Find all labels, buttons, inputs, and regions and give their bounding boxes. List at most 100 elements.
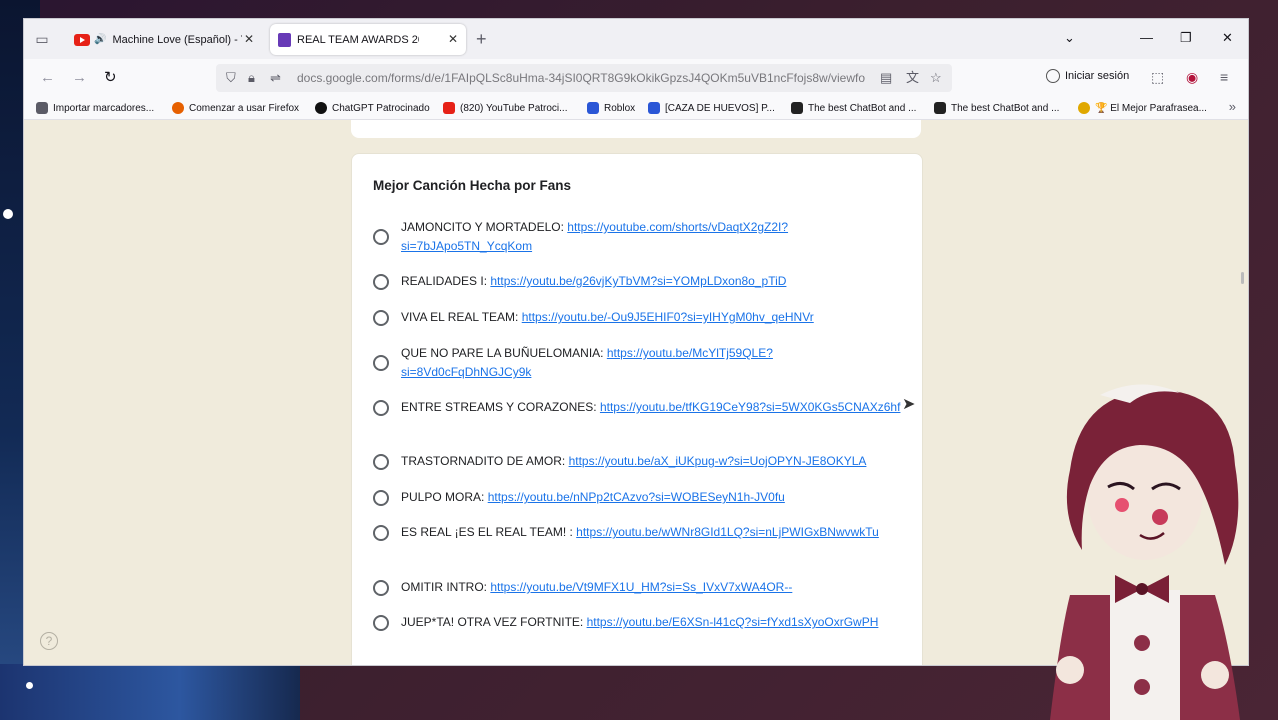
radio-button[interactable] (373, 355, 389, 371)
roblox-icon (587, 102, 599, 114)
option-link[interactable]: https://youtu.be/nNPp2tCAzvo?si=WOBESeyN… (488, 490, 785, 504)
bookmarks-overflow-icon[interactable]: » (1229, 99, 1236, 114)
bookmark-item[interactable]: The best ChatBot and ... (934, 100, 1059, 116)
option-label: OMITIR INTRO: (401, 580, 491, 594)
tracking-shield-icon[interactable]: ⛉ (226, 70, 236, 86)
radio-button[interactable] (373, 614, 389, 631)
option-label: TRASTORNADITO DE AMOR: (401, 454, 569, 468)
reader-view-icon[interactable]: ▤ (880, 70, 892, 86)
firefox-icon (172, 102, 184, 114)
restore-button[interactable]: ❐ (1180, 30, 1192, 46)
question-title: Mejor Canción Hecha por Fans (373, 178, 572, 193)
star-decoration (3, 209, 13, 219)
url-text[interactable]: docs.google.com/forms/d/e/1FAIpQLSc8uHma… (297, 71, 865, 85)
star-decoration (26, 682, 33, 689)
import-icon (36, 102, 48, 114)
option-label: JAMONCITO Y MORTADELO: (401, 220, 568, 234)
close-icon[interactable]: ✕ (244, 32, 254, 46)
mouse-cursor-icon: ➤ (902, 396, 916, 413)
chatbot-icon (791, 102, 803, 114)
forward-arrow-icon[interactable]: → (72, 69, 87, 87)
bookmark-item[interactable]: 🏆 El Mejor Parafrasea... (1078, 100, 1207, 116)
option-label: REALIDADES I: (401, 274, 491, 288)
bookmark-item[interactable]: (820) YouTube Patroci... (443, 100, 567, 116)
option-label: JUEP*TA! OTRA VEZ FORTNITE: (401, 615, 587, 629)
close-icon[interactable]: ✕ (448, 32, 458, 46)
answer-option[interactable]: REALIDADES I: https://youtu.be/g26vjKyTb… (373, 272, 901, 291)
account-icon (1046, 69, 1060, 83)
lock-icon[interactable]: 🔒︎ (248, 70, 255, 86)
radio-button[interactable] (373, 579, 389, 596)
answer-option[interactable]: TRASTORNADITO DE AMOR: https://youtu.be/… (373, 452, 901, 471)
answer-option[interactable]: VIVA EL REAL TEAM: https://youtu.be/-Ou9… (373, 308, 901, 327)
option-label: VIVA EL REAL TEAM: (401, 310, 522, 324)
scrollbar[interactable] (1241, 272, 1244, 284)
answer-option[interactable]: ENTRE STREAMS Y CORAZONES: https://youtu… (373, 398, 901, 417)
answer-option[interactable]: OMITIR INTRO: https://youtu.be/Vt9MFX1U_… (373, 578, 901, 597)
new-tab-button[interactable]: + (476, 29, 487, 49)
option-link[interactable]: https://youtu.be/g26vjKyTbVM?si=YOMpLDxo… (490, 274, 786, 288)
radio-button[interactable] (373, 309, 389, 326)
youtube-icon (74, 33, 90, 46)
desktop-background-bottom (0, 664, 300, 720)
option-link[interactable]: https://youtu.be/Vt9MFX1U_HM?si=Ss_IVxV7… (490, 580, 792, 594)
chatgpt-icon (315, 102, 327, 114)
option-link[interactable]: https://youtu.be/tfKG19CeY98?si=5WX0KGs5… (600, 400, 901, 414)
question-card: Mejor Canción Hecha por Fans JAMONCITO Y… (351, 153, 923, 665)
answer-option[interactable]: PULPO MORA: https://youtu.be/nNPp2tCAzvo… (373, 488, 901, 507)
answer-option[interactable]: QUE NO PARE LA BUÑUELOMANIA: https://you… (373, 344, 901, 382)
bookmark-star-icon[interactable]: ☆ (930, 70, 942, 86)
bookmark-item[interactable]: ChatGPT Patrocinado (315, 100, 430, 116)
option-label: PULPO MORA: (401, 490, 488, 504)
option-link[interactable]: https://youtu.be/-Ou9J5EHIF0?si=yIHYgM0h… (522, 310, 814, 324)
bookmark-page-icon (648, 102, 660, 114)
tab-bar: ▭ 🔊 Machine Love (Español) - Y ✕ REAL TE… (24, 19, 1248, 59)
reload-icon[interactable]: ↻ (104, 69, 117, 87)
translate-icon[interactable]: 文 (906, 70, 919, 86)
option-label: ES REAL ¡ES EL REAL TEAM! : (401, 525, 577, 539)
bookmark-item[interactable]: [CAZA DE HUEVOS] P... (648, 100, 775, 116)
option-label: ENTRE STREAMS Y CORAZONES: (401, 400, 600, 414)
radio-button[interactable] (373, 489, 389, 506)
option-link[interactable]: https://youtu.be/aX_iUKpug-w?si=UojOPYN-… (569, 454, 867, 468)
option-link[interactable]: https://youtu.be/wWNr8GId1LQ?si=nLjPWIGx… (576, 525, 879, 539)
menu-icon[interactable]: ≡ (1220, 69, 1228, 85)
addon-icon[interactable]: ◉ (1186, 69, 1198, 85)
radio-button[interactable] (373, 273, 389, 290)
speaker-icon[interactable]: 🔊 (94, 34, 106, 45)
navigation-bar: ← → ↻ ⛉ 🔒︎ ⇌ docs.google.com/forms/d/e/1… (24, 59, 1248, 97)
bookmark-item[interactable]: The best ChatBot and ... (791, 100, 916, 116)
tab-title: Machine Love (Español) - Y (112, 33, 243, 46)
option-label: QUE NO PARE LA BUÑUELOMANIA: (401, 346, 607, 360)
bookmark-item[interactable]: Comenzar a usar Firefox (172, 100, 299, 116)
help-icon[interactable]: ? (40, 632, 58, 650)
minimize-button[interactable]: — (1140, 30, 1153, 45)
answer-option[interactable]: JUEP*TA! OTRA VEZ FORTNITE: https://yout… (373, 613, 901, 632)
sign-in-label: Iniciar sesión (1065, 70, 1130, 82)
close-window-button[interactable]: ✕ (1222, 30, 1233, 46)
radio-button[interactable] (373, 524, 389, 541)
radio-button[interactable] (373, 453, 389, 470)
paraphraser-icon (1078, 102, 1090, 114)
youtube-icon (443, 102, 455, 114)
address-bar[interactable]: ⛉ 🔒︎ ⇌ docs.google.com/forms/d/e/1FAIpQL… (216, 64, 952, 92)
permissions-icon[interactable]: ⇌ (270, 70, 281, 86)
bookmark-item[interactable]: Roblox (587, 100, 635, 116)
google-forms-icon (278, 32, 291, 47)
previous-question-card (351, 120, 921, 138)
tab-list-icon[interactable]: ▭ (34, 31, 50, 47)
tab-overflow-chevron-icon[interactable]: ⌄ (1064, 30, 1075, 46)
back-arrow-icon[interactable]: ← (40, 69, 55, 87)
option-link[interactable]: https://youtu.be/E6XSn-l41cQ?si=fYxd1sXy… (587, 615, 879, 629)
extensions-icon[interactable]: ⬚ (1151, 69, 1164, 85)
radio-button[interactable] (373, 229, 389, 245)
chatbot-icon (934, 102, 946, 114)
tab-real-team-awards[interactable]: REAL TEAM AWARDS 2025 🍩 ✕ (270, 24, 466, 55)
bookmarks-toolbar: Importar marcadores... Comenzar a usar F… (24, 97, 1248, 120)
tab-machine-love[interactable]: 🔊 Machine Love (Español) - Y ✕ (66, 24, 262, 55)
answer-option[interactable]: JAMONCITO Y MORTADELO: https://youtube.c… (373, 218, 901, 256)
answer-option[interactable]: ES REAL ¡ES EL REAL TEAM! : https://yout… (373, 523, 901, 542)
radio-button[interactable] (373, 399, 389, 416)
bookmark-item[interactable]: Importar marcadores... (36, 100, 154, 116)
sign-in-button[interactable]: Iniciar sesión (1046, 69, 1129, 83)
